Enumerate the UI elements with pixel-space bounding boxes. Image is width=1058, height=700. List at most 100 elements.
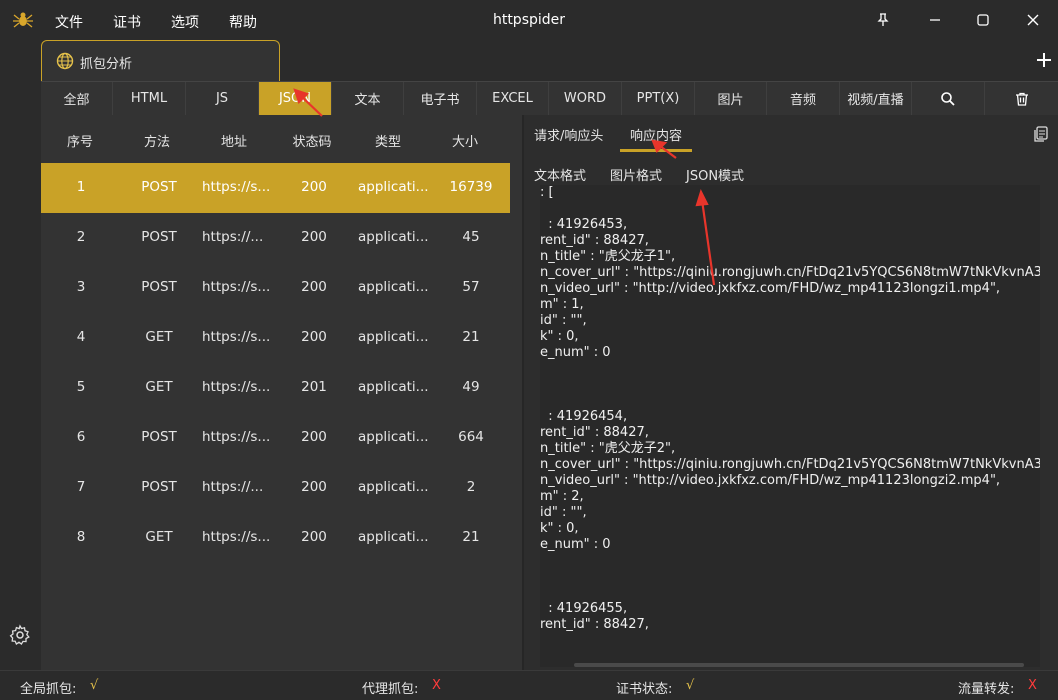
menu-help[interactable]: 帮助 (229, 12, 257, 32)
json-content: : [ : 41926453, rent_id" : 88427, n_title"… (540, 185, 1040, 633)
menu-cert[interactable]: 证书 (113, 12, 141, 32)
maximize-button[interactable] (970, 8, 996, 32)
cell-size: 16739 (449, 179, 493, 195)
cell-index: 1 (76, 179, 86, 195)
filter-json[interactable]: JSON (259, 82, 332, 115)
json-line: id" : "", (540, 505, 587, 520)
json-line: n_title" : "虎父龙子1", (540, 249, 676, 264)
tab-response-body[interactable]: 响应内容 (630, 125, 682, 144)
filter-ppt[interactable]: PPT(X) (622, 82, 695, 115)
traffic-forward-label: 流量转发: (958, 682, 1015, 697)
json-line: rent_id" : 88427, (540, 233, 649, 248)
request-table: 序号 方法 地址 状态码 类型 大小 1 POST https://s... 200 a… (41, 115, 522, 670)
tab-headers[interactable]: 请求/响应头 (534, 125, 603, 144)
horizontal-scrollbar[interactable] (574, 663, 1024, 667)
trash-icon (1015, 92, 1028, 106)
filter-video[interactable]: 视频/直播 (840, 82, 912, 115)
cell-size: 21 (462, 329, 480, 345)
menu-file[interactable]: 文件 (55, 12, 83, 32)
cell-size: 21 (462, 529, 480, 545)
json-line: rent_id" : 88427, (540, 425, 649, 440)
left-rail (0, 40, 41, 670)
search-button[interactable] (912, 82, 985, 115)
cert-status-value: √ (686, 678, 695, 693)
session-tab-label: 抓包分析 (80, 57, 133, 72)
cell-method: GET (145, 379, 173, 395)
title-bar: 文件 证书 选项 帮助 httpspider (0, 0, 1058, 40)
cell-type: applicati... (358, 479, 429, 495)
json-line: e_num" : 0 (540, 537, 611, 552)
subtab-text[interactable]: 文本格式 (534, 165, 586, 184)
col-index[interactable]: 序号 (65, 131, 95, 150)
cell-status: 200 (301, 479, 327, 495)
cell-index: 5 (76, 379, 86, 395)
menu-options[interactable]: 选项 (171, 12, 199, 32)
json-viewer[interactable]: : [ : 41926453, rent_id" : 88427, n_title"… (540, 185, 1040, 667)
gear-icon[interactable] (9, 624, 31, 646)
cell-size: 57 (462, 279, 480, 295)
json-line: e_num" : 0 (540, 345, 611, 360)
filter-audio[interactable]: 音频 (767, 82, 840, 115)
session-tab[interactable]: 抓包分析 (41, 40, 280, 81)
globe-icon (56, 52, 74, 70)
plus-icon[interactable] (1034, 50, 1054, 70)
tab-active-indicator (620, 149, 692, 152)
subtab-image[interactable]: 图片格式 (610, 165, 662, 184)
json-line (540, 361, 1040, 377)
cell-size: 2 (466, 479, 476, 495)
cell-index: 6 (76, 429, 86, 445)
table-row[interactable]: 2 POST https://... 200 applicati... 45 (41, 213, 510, 263)
table-row[interactable]: 8 GET https://s... 200 applicati... 21 (41, 513, 510, 563)
json-line: n_video_url" : "http://video.jxkfxz.com/… (540, 473, 1001, 488)
col-type[interactable]: 类型 (373, 131, 403, 150)
cell-type: applicati... (358, 329, 429, 345)
cell-url: https://... (202, 479, 264, 495)
filter-ebook[interactable]: 电子书 (404, 82, 477, 115)
cell-url: https://... (202, 229, 264, 245)
cell-status: 200 (301, 179, 327, 195)
col-url[interactable]: 地址 (219, 131, 249, 150)
json-line: n_video_url" : "http://video.jxkfxz.com/… (540, 281, 1001, 296)
global-capture-label: 全局抓包: (20, 682, 77, 697)
json-line (540, 377, 1040, 393)
table-row[interactable]: 7 POST https://... 200 applicati... 2 (41, 463, 510, 513)
cell-type: applicati... (358, 229, 429, 245)
pin-button[interactable] (870, 8, 896, 32)
col-method[interactable]: 方法 (142, 131, 172, 150)
json-line: m" : 1, (540, 297, 584, 312)
cell-size: 664 (458, 429, 484, 445)
filter-html[interactable]: HTML (113, 82, 186, 115)
filter-excel[interactable]: EXCEL (477, 82, 549, 115)
cell-url: https://s... (202, 329, 271, 345)
json-line: : 41926454, (540, 409, 628, 424)
cell-size: 49 (462, 379, 480, 395)
status-bar: 全局抓包: √ 代理抓包: X 证书状态: √ 流量转发: X (0, 670, 1058, 700)
proxy-capture-label: 代理抓包: (362, 682, 419, 697)
minimize-icon (930, 19, 940, 21)
cell-status: 200 (301, 279, 327, 295)
filter-text[interactable]: 文本 (332, 82, 404, 115)
table-row[interactable]: 6 POST https://s... 200 applicati... 664 (41, 413, 510, 463)
clear-button[interactable] (985, 82, 1058, 115)
table-row[interactable]: 1 POST https://s... 200 applicati... 16739 (41, 163, 510, 213)
window-title: httpspider (492, 12, 566, 28)
filter-image[interactable]: 图片 (695, 82, 767, 115)
col-status[interactable]: 状态码 (289, 131, 335, 150)
table-row[interactable]: 4 GET https://s... 200 applicati... 21 (41, 313, 510, 363)
cell-status: 200 (301, 329, 327, 345)
maximize-icon (977, 14, 989, 26)
json-line (540, 569, 1040, 585)
json-line: n_title" : "虎父龙子2", (540, 441, 676, 456)
table-row[interactable]: 3 POST https://s... 200 applicati... 57 (41, 263, 510, 313)
subtab-json[interactable]: JSON模式 (686, 165, 744, 184)
minimize-button[interactable] (922, 8, 948, 32)
table-row[interactable]: 5 GET https://s... 201 applicati... 49 (41, 363, 510, 413)
proxy-capture-value: X (432, 678, 441, 693)
copy-icon[interactable] (1032, 125, 1050, 143)
filter-js[interactable]: JS (186, 82, 259, 115)
json-line: id" : "", (540, 313, 587, 328)
filter-word[interactable]: WORD (549, 82, 622, 115)
filter-all[interactable]: 全部 (41, 82, 113, 115)
close-button[interactable] (1020, 8, 1046, 32)
col-size[interactable]: 大小 (450, 131, 480, 150)
